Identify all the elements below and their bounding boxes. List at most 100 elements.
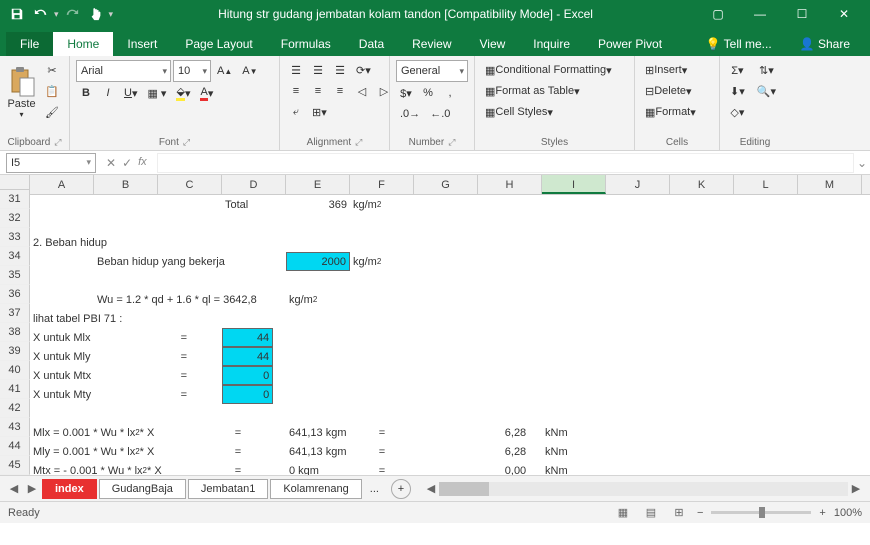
font-color-button[interactable]: A ▾ xyxy=(196,83,217,103)
window-minimize[interactable]: — xyxy=(740,0,780,28)
col-header-C[interactable]: C xyxy=(158,175,222,194)
zoom-in-button[interactable]: + xyxy=(819,507,825,519)
align-center-button[interactable]: ≡ xyxy=(308,81,328,101)
copy-button[interactable]: 📋 xyxy=(41,81,63,101)
cell-I45[interactable]: kNm xyxy=(542,461,606,475)
paste-button[interactable]: Paste ▾ xyxy=(6,60,37,125)
font-name-combo[interactable]: Arial xyxy=(76,60,171,82)
delete-cells-button[interactable]: ⊟ Delete ▾ xyxy=(641,81,713,101)
cell-F31[interactable]: kg/m2 xyxy=(350,195,414,214)
cell-C38[interactable]: = xyxy=(158,328,190,347)
row-header-31[interactable]: 31 xyxy=(0,190,30,209)
sheet-tab-kolamrenang[interactable]: Kolamrenang xyxy=(270,479,361,499)
align-top-button[interactable]: ☰ xyxy=(286,60,306,80)
underline-button[interactable]: U ▾ xyxy=(120,83,141,103)
cell-A39[interactable]: X untuk Mly xyxy=(30,347,158,366)
window-maximize[interactable]: ☐ xyxy=(782,0,822,28)
increase-decimal-button[interactable]: .0→ xyxy=(396,104,424,124)
merge-center-button[interactable]: ⊞▾ xyxy=(308,102,331,122)
row-header-37[interactable]: 37 xyxy=(0,304,30,323)
tab-insert[interactable]: Insert xyxy=(113,32,171,56)
number-dialog-launcher[interactable]: ⤢ xyxy=(448,137,455,148)
cell-C40[interactable]: = xyxy=(158,366,190,385)
cell-A38[interactable]: X untuk Mlx xyxy=(30,328,158,347)
sheet-tab-index[interactable]: index xyxy=(42,479,97,499)
col-header-B[interactable]: B xyxy=(94,175,158,194)
redo-icon[interactable] xyxy=(61,3,83,25)
tell-me[interactable]: 💡 Tell me... xyxy=(692,32,786,56)
cell-D41[interactable]: 0 xyxy=(222,385,273,404)
row-header-35[interactable]: 35 xyxy=(0,266,30,285)
clear-button[interactable]: ◇▾ xyxy=(726,102,749,122)
bold-button[interactable]: B xyxy=(76,83,96,103)
window-close[interactable]: ✕ xyxy=(824,0,864,28)
format-as-table-button[interactable]: ▦ Format as Table ▾ xyxy=(481,81,601,101)
sheet-tab-jembatan1[interactable]: Jembatan1 xyxy=(188,479,268,499)
zoom-level[interactable]: 100% xyxy=(834,507,862,519)
tab-page-layout[interactable]: Page Layout xyxy=(171,32,266,56)
autosum-button[interactable]: Σ▾ xyxy=(726,60,749,80)
percent-button[interactable]: % xyxy=(418,83,438,103)
sheet-nav-next[interactable]: ▶ xyxy=(24,482,40,495)
cut-button[interactable]: ✂ xyxy=(41,60,63,80)
cell-H43[interactable]: 6,28 xyxy=(478,423,529,442)
col-header-G[interactable]: G xyxy=(414,175,478,194)
row-header-32[interactable]: 32 xyxy=(0,209,30,228)
cell-I44[interactable]: kNm xyxy=(542,442,606,461)
tab-inquire[interactable]: Inquire xyxy=(519,32,584,56)
undo-icon[interactable] xyxy=(30,3,52,25)
cell-F34[interactable]: kg/m2 xyxy=(350,252,414,271)
row-header-40[interactable]: 40 xyxy=(0,361,30,380)
save-icon[interactable] xyxy=(6,3,28,25)
cell-styles-button[interactable]: ▦ Cell Styles ▾ xyxy=(481,102,581,122)
page-layout-view-button[interactable]: ▤ xyxy=(641,505,661,521)
page-break-view-button[interactable]: ⊞ xyxy=(669,505,689,521)
hscroll-left[interactable]: ◀ xyxy=(423,482,439,495)
cell-F45[interactable]: = xyxy=(350,461,414,475)
orientation-button[interactable]: ⟳▾ xyxy=(352,60,375,80)
window-collapse-ribbon[interactable]: ▢ xyxy=(698,0,738,28)
row-header-39[interactable]: 39 xyxy=(0,342,30,361)
font-size-combo[interactable]: 10 xyxy=(173,60,211,82)
cell-A43[interactable]: Mlx = 0.001 * Wu * lx2 * X xyxy=(30,423,222,442)
tab-file[interactable]: File xyxy=(6,32,53,56)
wrap-text-button[interactable]: ⤶ xyxy=(286,102,306,122)
col-header-F[interactable]: F xyxy=(350,175,414,194)
sheet-nav-prev[interactable]: ◀ xyxy=(6,482,22,495)
cell-H44[interactable]: 6,28 xyxy=(478,442,529,461)
col-header-L[interactable]: L xyxy=(734,175,798,194)
cell-E31[interactable]: 369 xyxy=(286,195,350,214)
alignment-dialog-launcher[interactable]: ⤢ xyxy=(355,137,362,148)
format-cells-button[interactable]: ▦ Format ▾ xyxy=(641,102,713,122)
accounting-button[interactable]: $▾ xyxy=(396,83,416,103)
cell-D39[interactable]: 44 xyxy=(222,347,273,366)
cell-C41[interactable]: = xyxy=(158,385,190,404)
enter-formula-icon[interactable]: ✓ xyxy=(122,156,132,170)
comma-button[interactable]: , xyxy=(440,83,460,103)
cell-I43[interactable]: kNm xyxy=(542,423,606,442)
row-header-43[interactable]: 43 xyxy=(0,418,30,437)
col-header-K[interactable]: K xyxy=(670,175,734,194)
number-format-combo[interactable]: General xyxy=(396,60,468,82)
sheet-overflow[interactable]: ... xyxy=(364,483,385,495)
cell-E34[interactable]: 2000 xyxy=(286,252,350,271)
tab-view[interactable]: View xyxy=(466,32,520,56)
col-header-H[interactable]: H xyxy=(478,175,542,194)
touch-mode-icon[interactable] xyxy=(85,3,107,25)
clipboard-dialog-launcher[interactable]: ⤢ xyxy=(54,137,61,148)
hscroll-right[interactable]: ▶ xyxy=(848,482,864,495)
increase-font-button[interactable]: A▲ xyxy=(213,61,236,81)
tab-power-pivot[interactable]: Power Pivot xyxy=(584,32,676,56)
row-header-38[interactable]: 38 xyxy=(0,323,30,342)
row-header-34[interactable]: 34 xyxy=(0,247,30,266)
tab-home[interactable]: Home xyxy=(53,32,113,56)
cell-A40[interactable]: X untuk Mtx xyxy=(30,366,158,385)
cell-F43[interactable]: = xyxy=(350,423,414,442)
col-header-J[interactable]: J xyxy=(606,175,670,194)
insert-cells-button[interactable]: ⊞ Insert ▾ xyxy=(641,60,713,80)
col-header-D[interactable]: D xyxy=(222,175,286,194)
align-right-button[interactable]: ≡ xyxy=(330,81,350,101)
cancel-formula-icon[interactable]: ✕ xyxy=(106,156,116,170)
tab-data[interactable]: Data xyxy=(345,32,398,56)
align-bottom-button[interactable]: ☰ xyxy=(330,60,350,80)
